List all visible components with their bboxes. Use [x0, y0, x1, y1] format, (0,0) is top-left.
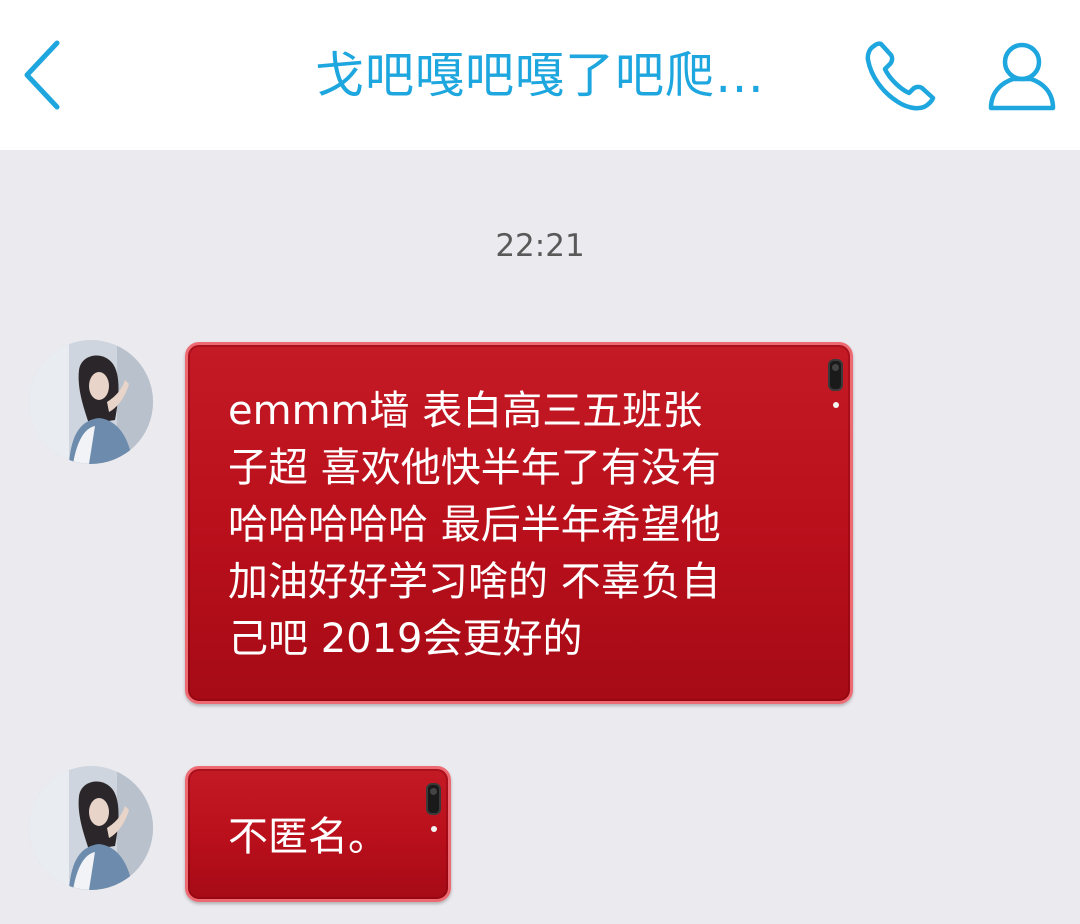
avatar-photo [29, 340, 153, 464]
message-bubble[interactable]: 不匿名。 [185, 766, 451, 902]
chat-screen: 戈吧嘎吧嘎了吧爬… 22:21 emmm墙 表白高三五班张 子超 喜欢他快半年了… [0, 0, 1080, 924]
profile-button[interactable] [976, 34, 1068, 116]
contact-avatar[interactable] [29, 340, 153, 464]
back-button[interactable] [8, 30, 74, 120]
phone-icon [865, 41, 936, 111]
message-timestamp: 22:21 [495, 228, 585, 264]
message-bubble[interactable]: emmm墙 表白高三五班张 子超 喜欢他快半年了有没有 哈哈哈哈哈 最后半年希望… [185, 342, 853, 704]
chat-title: 戈吧嘎吧嘎了吧爬… [314, 47, 765, 104]
call-button[interactable] [855, 36, 947, 116]
message-text: 不匿名。 [228, 814, 388, 860]
camera-lens-decoration [828, 359, 843, 391]
chevron-left-icon [24, 40, 60, 110]
chat-header: 戈吧嘎吧嘎了吧爬… [0, 0, 1080, 150]
avatar-photo [29, 766, 153, 890]
contact-avatar[interactable] [29, 766, 153, 890]
message-text: emmm墙 表白高三五班张 子超 喜欢他快半年了有没有 哈哈哈哈哈 最后半年希望… [228, 388, 721, 662]
user-icon [988, 42, 1056, 111]
flash-dot-decoration [833, 402, 839, 408]
